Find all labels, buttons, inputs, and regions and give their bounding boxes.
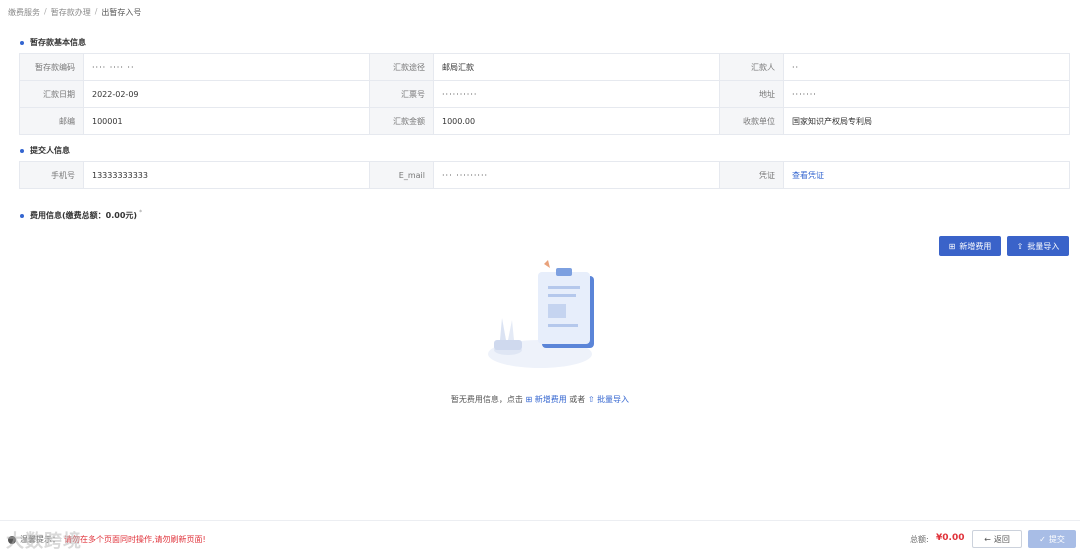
section-fee-label: 费用信息(缴费总额：0.00元) (30, 211, 138, 220)
batch-import-button-label: 批量导入 (1027, 241, 1060, 251)
section-fee-title: 费用信息(缴费总额：0.00元) * (20, 209, 143, 221)
field-value: 2022-02-09 (83, 80, 370, 108)
field-label: 汇款金额 (369, 107, 434, 135)
table-row: 暂存款编码 ···· ···· ·· 汇款途径 邮局汇款 汇款人 ·· (19, 53, 1070, 81)
field-label: 汇款日期 (19, 80, 84, 108)
watermark-logo: 大数跨境 (6, 531, 82, 552)
view-voucher-link[interactable]: 查看凭证 (792, 171, 824, 180)
total-value: ¥0.00 (936, 533, 965, 543)
breadcrumb: 缴费服务 / 暂存款办理 / 出暂存入号 (8, 7, 141, 18)
field-value: ·········· (433, 80, 720, 108)
field-label: 汇款人 (719, 53, 784, 81)
field-value: ·· (783, 53, 1070, 81)
table-row: 汇款日期 2022-02-09 汇票号 ·········· 地址 ······… (19, 80, 1070, 108)
phone-label: 手机号 (19, 161, 84, 189)
check-icon: ✓ (1039, 534, 1046, 544)
basic-info-table: 暂存款编码 ···· ···· ·· 汇款途径 邮局汇款 汇款人 ·· 汇款日期… (19, 53, 1070, 135)
section-basic-info-title: 暂存款基本信息 (20, 37, 86, 48)
section-basic-info-label: 暂存款基本信息 (30, 38, 86, 47)
submit-button-label: 提交 (1048, 534, 1065, 544)
empty-prefix-text: 暂无费用信息，点击 (450, 395, 523, 404)
field-value: ···· ···· ·· (83, 53, 370, 81)
section-submitter-label: 提交人信息 (30, 146, 70, 155)
bullet-dot-icon (20, 213, 24, 218)
voucher-label: 凭证 (719, 161, 784, 189)
breadcrumb-item-temp-deposit[interactable]: 暂存款办理 (51, 7, 91, 18)
breadcrumb-separator: / (44, 7, 47, 16)
hint-warning: 请勿在多个页面同时操作,请勿刷新页面! (64, 535, 206, 544)
field-label: 暂存款编码 (19, 53, 84, 81)
batch-import-button[interactable]: ⇧ 批量导入 (1007, 236, 1069, 256)
submitter-info-table: 手机号 13333333333 E_mail ··· ········· 凭证 … (19, 161, 1070, 189)
bullet-dot-icon (20, 40, 24, 45)
breadcrumb-item-current: 出暂存入号 (101, 8, 142, 17)
field-label: 汇款途径 (369, 53, 434, 81)
field-label: 邮编 (19, 107, 84, 135)
bullet-dot-icon (20, 148, 24, 153)
add-box-icon: ⊞ (948, 241, 956, 251)
table-row: 邮编 100001 汇款金额 1000.00 收款单位 国家知识产权局专利局 (19, 107, 1070, 135)
total-label: 总额: (910, 535, 929, 544)
email-value: ··· ········· (433, 161, 720, 189)
table-row: 手机号 13333333333 E_mail ··· ········· 凭证 … (19, 161, 1070, 189)
field-label: 汇票号 (369, 80, 434, 108)
section-submitter-title: 提交人信息 (20, 145, 70, 156)
back-button[interactable]: ← 返回 (972, 530, 1022, 548)
empty-batch-import-link[interactable]: ⇧ 批量导入 (588, 395, 629, 404)
field-label: 收款单位 (719, 107, 784, 135)
empty-add-fee-link-label: 新增费用 (534, 395, 567, 404)
arrow-left-icon: ← (984, 534, 991, 544)
upload-icon: ⇧ (1016, 241, 1024, 251)
phone-value: 13333333333 (83, 161, 370, 189)
back-button-label: 返回 (993, 534, 1010, 544)
field-label: 地址 (719, 80, 784, 108)
field-value: 国家知识产权局专利局 (783, 107, 1070, 135)
breadcrumb-item-fee-service[interactable]: 缴费服务 (8, 7, 40, 18)
empty-add-fee-link[interactable]: ⊞ 新增费用 (525, 395, 566, 404)
field-value: 100001 (83, 107, 370, 135)
add-fee-button-label: 新增费用 (959, 241, 992, 251)
empty-clipboard-illustration (488, 260, 594, 368)
email-label: E_mail (369, 161, 434, 189)
breadcrumb-separator: / (94, 7, 98, 16)
submit-button[interactable]: ✓ 提交 (1028, 530, 1076, 548)
empty-middle-text: 或者 (569, 395, 586, 404)
field-value: 1000.00 (433, 107, 720, 135)
empty-state-message: 暂无费用信息，点击 ⊞ 新增费用 或者 ⇧ 批量导入 (0, 394, 1080, 405)
fee-title-superscript: * (139, 209, 143, 216)
add-fee-button[interactable]: ⊞ 新增费用 (939, 236, 1001, 256)
empty-batch-import-link-label: 批量导入 (597, 395, 630, 404)
field-value: 邮局汇款 (433, 53, 720, 81)
footer-bar: 温馨提示： 请勿在多个页面同时操作,请勿刷新页面! 大数跨境 总额: ¥0.00… (0, 520, 1080, 555)
field-value: ······· (783, 80, 1070, 108)
